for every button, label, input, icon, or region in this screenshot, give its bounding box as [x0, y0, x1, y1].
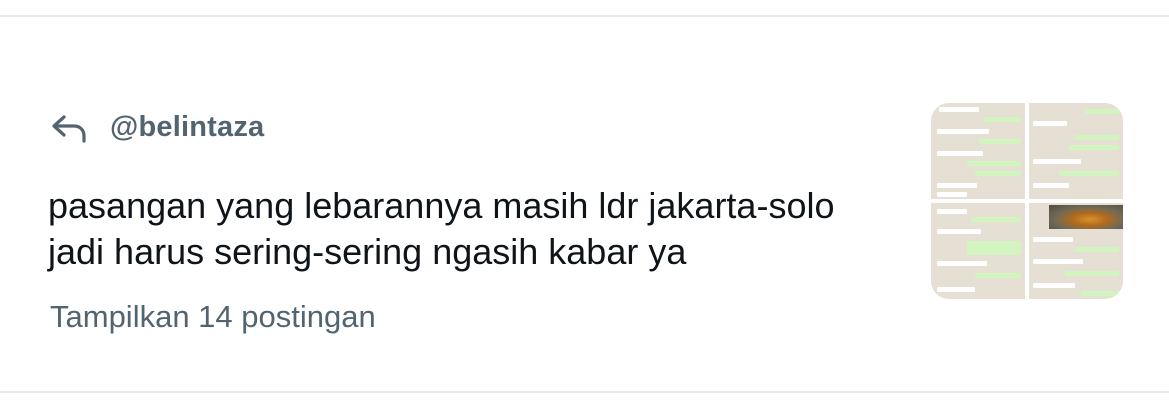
media-thumbnail[interactable]: [931, 103, 1123, 299]
chat-screenshot-1: [931, 103, 1025, 199]
reply-context[interactable]: @belintaza: [50, 111, 264, 144]
chat-screenshot-4: [1029, 203, 1123, 299]
reply-arrow-icon: [50, 113, 88, 143]
chat-screenshot-3: [931, 203, 1025, 299]
tweet-card[interactable]: @belintaza pasangan yang lebarannya masi…: [0, 17, 1169, 391]
bottom-divider: [0, 391, 1169, 393]
chat-screenshot-2: [1029, 103, 1123, 199]
reply-handle[interactable]: @belintaza: [110, 111, 264, 144]
show-more-posts-link[interactable]: Tampilkan 14 postingan: [50, 299, 376, 335]
tweet-text: pasangan yang lebarannya masih ldr jakar…: [48, 185, 835, 272]
photo-attachment: [1049, 205, 1123, 229]
